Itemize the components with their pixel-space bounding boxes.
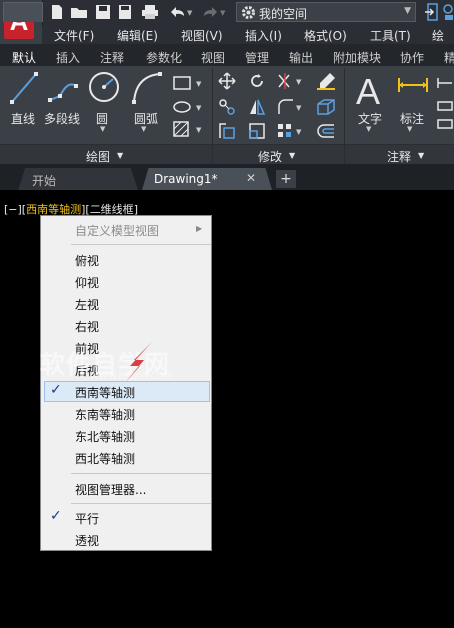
menu-item-custom-model-views[interactable]: 自定义模型视图 [75,222,159,239]
offset-icon[interactable] [316,122,336,140]
tab-addins[interactable]: 附加模块 [333,49,381,66]
hatch-icon[interactable]: ▼ [172,120,206,138]
workspace-dropdown[interactable]: 我的空间 ▼ [236,2,416,22]
polyline-icon[interactable] [46,72,82,106]
lightning-logo-icon [124,342,152,384]
explode-icon[interactable] [316,98,336,116]
menu-item-left-view[interactable]: 左视 [75,296,99,313]
menu-item-sw-isometric[interactable]: 西南等轴测 [75,384,135,401]
menu-item-bottom-view[interactable]: 仰视 [75,274,99,291]
viewport-minus-control[interactable]: [−][ [4,203,26,216]
svg-text:▼: ▼ [187,9,193,17]
line-icon[interactable] [8,70,40,106]
save-as-icon[interactable] [117,4,135,20]
arc-icon[interactable] [130,70,164,106]
line-label: 直线 [11,112,36,126]
menu-item-right-view[interactable]: 右视 [75,318,99,335]
stretch-icon[interactable] [218,122,236,140]
menu-insert[interactable]: 插入(I) [245,27,282,44]
mirror-icon[interactable] [248,98,266,116]
circle-icon[interactable] [88,70,120,104]
menu-format[interactable]: 格式(O) [304,27,347,44]
tab-drawing1-label: Drawing1* [154,172,218,186]
chevron-down-icon: ▼ [289,151,296,160]
tab-manage[interactable]: 管理 [245,49,269,66]
svg-text:▼: ▼ [220,9,226,17]
menu-item-top-view[interactable]: 俯视 [75,252,99,269]
chevron-down-icon: ▼ [404,6,411,16]
svg-text:▼: ▼ [296,128,302,136]
array-icon[interactable]: ▼ [276,122,304,140]
chevron-down-icon: ▼ [117,151,124,160]
menu-tools[interactable]: 工具(T) [370,27,411,44]
sign-in-icon[interactable] [424,3,438,21]
fillet-icon[interactable]: ▼ [276,98,304,116]
tab-default[interactable] [3,2,43,22]
menu-separator [71,503,211,504]
checkmark-icon: ✓ [50,382,62,398]
workspace-label: 我的空间 [259,7,308,21]
leader-icon[interactable] [436,74,454,134]
menu-item-perspective[interactable]: 透视 [75,532,99,549]
new-tab-button[interactable]: + [276,170,296,188]
tab-start-label: 开始 [32,174,57,188]
text-icon[interactable]: A [354,72,388,110]
gear-icon [242,6,255,19]
tab-collaborate[interactable]: 协作 [400,49,424,66]
menu-bar: 文件(F) 编辑(E) 视图(V) 插入(I) 格式(O) 工具(T) 绘图 [42,26,454,60]
annotation-panel-title: 注释 [387,150,412,164]
new-file-icon[interactable] [48,4,66,20]
svg-text:A: A [356,72,380,110]
menu-item-view-manager[interactable]: 视图管理器... [75,481,146,498]
save-icon[interactable] [94,4,112,20]
chevron-down-icon: ▼ [407,125,413,133]
undo-icon[interactable]: ▼ [168,4,194,20]
chevron-down-icon: ▼ [366,125,372,133]
tab-output[interactable]: 输出 [289,49,313,66]
trim-icon[interactable]: ▼ [276,72,304,90]
scale-icon[interactable] [248,122,266,140]
tab-default-label: 默认 [12,51,37,65]
chevron-right-icon: ▶ [196,224,203,233]
menu-file[interactable]: 文件(F) [54,27,94,44]
open-folder-icon[interactable] [70,4,88,20]
draw-panel-title: 绘图 [86,150,111,164]
svg-text:▼: ▼ [196,80,202,88]
search-icon[interactable] [442,3,454,21]
tab-view[interactable]: 视图 [201,49,225,66]
menu-edit[interactable]: 编辑(E) [117,27,158,44]
print-icon[interactable] [141,4,159,20]
redo-icon[interactable]: ▼ [202,4,228,20]
close-icon[interactable]: ✕ [246,171,256,185]
ellipse-icon[interactable]: ▼ [172,98,206,116]
chevron-down-icon: ▼ [100,125,106,133]
rectangle-icon[interactable]: ▼ [172,74,206,92]
menu-item-parallel[interactable]: 平行 [75,510,99,527]
modify-panel-title: 修改 [258,150,283,164]
dimension-icon[interactable] [396,74,430,106]
erase-icon[interactable] [316,72,336,90]
chevron-down-icon: ▼ [418,151,425,160]
menu-item-ne-isometric[interactable]: 东北等轴测 [75,428,135,445]
chevron-down-icon: ▼ [141,125,147,133]
svg-text:▼: ▼ [296,104,302,112]
menu-item-se-isometric[interactable]: 东南等轴测 [75,406,135,423]
menu-separator [71,244,211,245]
tab-featured[interactable]: 精 [444,49,454,66]
tab-insert[interactable]: 插入 [56,49,80,66]
tab-parametric[interactable]: 参数化 [146,49,182,66]
svg-text:▼: ▼ [296,78,302,86]
move-icon[interactable] [218,72,236,90]
svg-text:▼: ▼ [196,126,202,134]
menu-view[interactable]: 视图(V) [181,27,223,44]
copy-icon[interactable] [218,98,236,116]
tab-annotate[interactable]: 注释 [100,49,124,66]
polyline-label: 多段线 [44,112,81,126]
menu-separator [71,473,211,474]
svg-text:▼: ▼ [196,104,202,112]
checkmark-icon: ✓ [50,508,62,524]
rotate-icon[interactable] [248,72,266,90]
menu-item-nw-isometric[interactable]: 西北等轴测 [75,450,135,467]
